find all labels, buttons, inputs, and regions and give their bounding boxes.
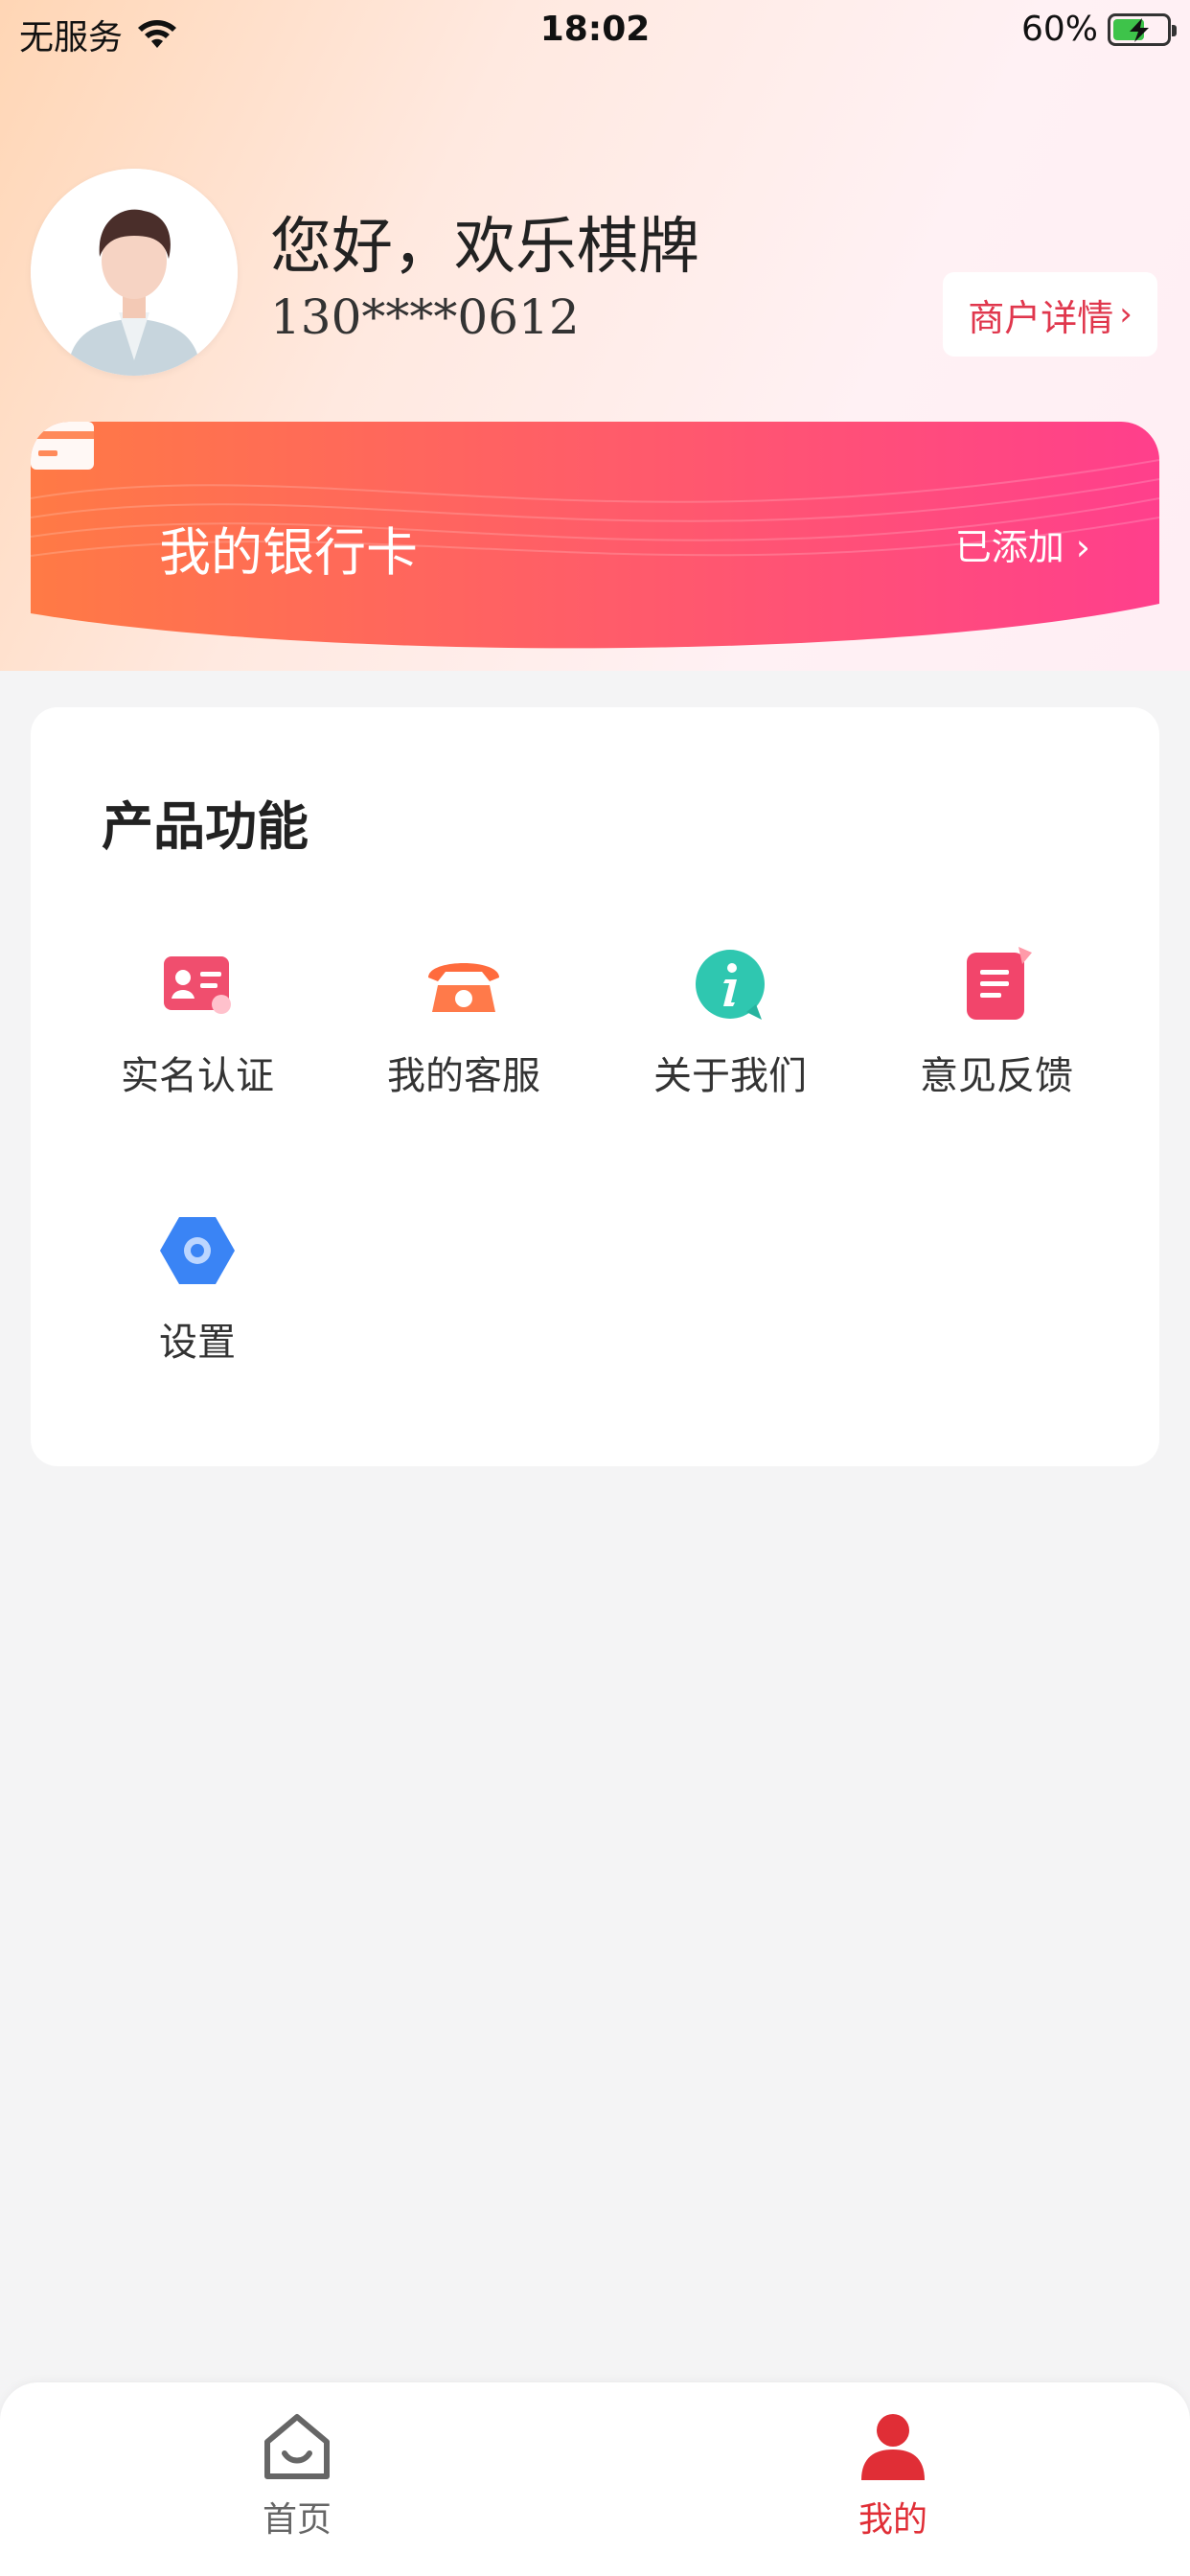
features-title: 产品功能 — [102, 796, 309, 857]
bank-card-icon — [31, 422, 94, 470]
tab-label: 我的 — [858, 2500, 927, 2540]
tab-label: 首页 — [262, 2500, 332, 2540]
feature-label: 实名认证 — [121, 1054, 274, 1098]
info-icon — [696, 950, 765, 1020]
bank-card-title: 我的银行卡 — [159, 522, 418, 583]
bank-card-status: 已添加 › — [955, 518, 1090, 570]
chevron-right-icon: › — [1119, 295, 1133, 334]
greeting-title: 您好，欢乐棋牌 — [270, 212, 699, 283]
merchant-details-label: 商户详情 — [968, 296, 1114, 339]
feature-about-us[interactable]: 关于我们 — [606, 945, 855, 1137]
feature-real-name-auth[interactable]: 实名认证 — [73, 945, 322, 1137]
settings-hexagon-icon — [160, 1217, 235, 1284]
chevron-right-icon: › — [1075, 526, 1090, 568]
bank-card-banner[interactable]: 我的银行卡 已添加 › — [31, 422, 1159, 661]
clock: 18:02 — [539, 10, 651, 49]
product-features-card: 产品功能 实名认证 我的客服 关于我们 意见反馈 设置 — [31, 707, 1159, 1466]
status-bar: 无服务 18:02 60% — [0, 0, 1190, 61]
feature-customer-service[interactable]: 我的客服 — [339, 945, 588, 1137]
battery-icon — [1108, 12, 1177, 46]
bank-card-status-label: 已添加 — [954, 526, 1064, 568]
feature-settings[interactable]: 设置 — [73, 1211, 322, 1403]
id-card-icon — [164, 956, 231, 1014]
avatar[interactable] — [31, 169, 238, 376]
feature-feedback[interactable]: 意见反馈 — [872, 945, 1121, 1137]
user-avatar-icon — [31, 169, 238, 376]
feature-label: 我的客服 — [387, 1054, 540, 1098]
home-icon — [264, 2414, 330, 2479]
tab-mine[interactable]: 我的 — [797, 2409, 989, 2542]
feature-label: 关于我们 — [653, 1054, 807, 1098]
feedback-note-icon — [967, 947, 1032, 1020]
status-right: 60% — [1020, 10, 1177, 49]
feature-label: 设置 — [159, 1321, 236, 1365]
phone-number: 130****0612 — [270, 289, 580, 345]
charging-bolt-icon — [1130, 17, 1149, 42]
battery-percent: 60% — [1020, 10, 1098, 49]
tab-home[interactable]: 首页 — [201, 2409, 393, 2542]
merchant-details-button[interactable]: 商户详情 › — [943, 272, 1157, 356]
telephone-icon — [428, 963, 499, 1012]
feature-label: 意见反馈 — [920, 1054, 1073, 1098]
bottom-tab-bar: 首页 我的 — [0, 2382, 1190, 2576]
user-icon — [861, 2414, 925, 2480]
